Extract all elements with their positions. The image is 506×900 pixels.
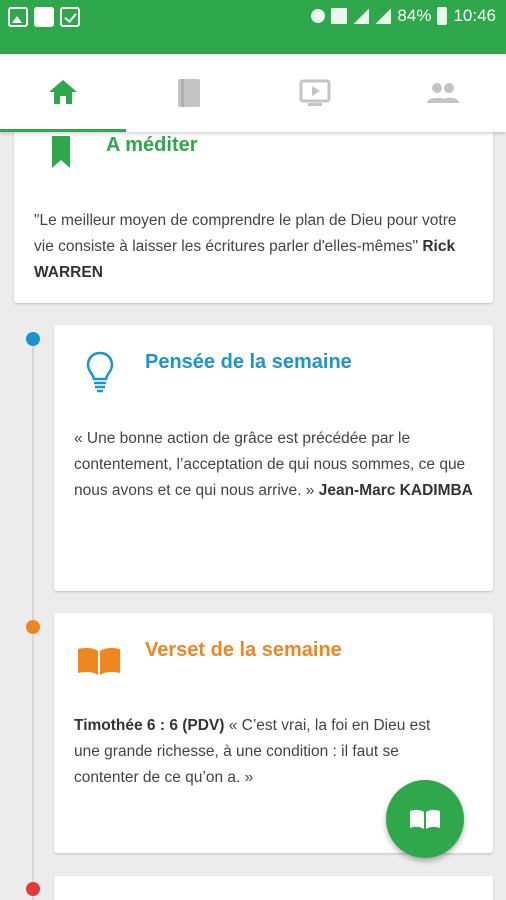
battery-percent: 84% bbox=[397, 6, 432, 25]
card-a-mediter: A méditer "Le meilleur moyen de comprend… bbox=[14, 126, 493, 303]
gallery-icon bbox=[8, 7, 28, 27]
sim-icon bbox=[331, 8, 348, 24]
quote-text: "Le meilleur moyen de comprendre le plan… bbox=[34, 212, 457, 255]
tab-home[interactable] bbox=[0, 54, 126, 132]
signal-icon-2 bbox=[375, 8, 392, 24]
timeline-dot bbox=[26, 620, 40, 634]
battery-icon bbox=[437, 7, 448, 25]
tab-book[interactable] bbox=[126, 54, 252, 132]
video-icon bbox=[299, 79, 331, 106]
lightbulb-icon bbox=[86, 351, 114, 393]
book-icon bbox=[178, 79, 200, 107]
timeline-dot bbox=[26, 332, 40, 346]
bookmark-icon bbox=[52, 136, 70, 168]
quote-author: Jean-Marc KADIMBA bbox=[318, 482, 473, 499]
card-title: Verset de la semaine bbox=[145, 639, 342, 661]
status-bar: 84% 10:46 bbox=[0, 0, 506, 36]
open-book-icon bbox=[78, 647, 120, 675]
app-bar bbox=[0, 36, 506, 54]
bible-fab-button[interactable] bbox=[386, 780, 464, 858]
home-icon bbox=[49, 79, 77, 104]
card-quote: « Une bonne action de grâce est précédée… bbox=[74, 426, 482, 504]
verse-reference: Timothée 6 : 6 (PDV) bbox=[74, 717, 225, 734]
open-book-icon bbox=[410, 809, 440, 829]
clock: 10:46 bbox=[453, 6, 496, 25]
mute-icon bbox=[311, 9, 326, 23]
tab-bar bbox=[0, 54, 506, 132]
checklist-icon bbox=[60, 7, 80, 27]
card-title: A méditer bbox=[106, 134, 198, 156]
tab-video[interactable] bbox=[252, 54, 378, 132]
timeline-dot bbox=[26, 882, 40, 896]
tab-community[interactable] bbox=[380, 54, 506, 132]
people-icon bbox=[427, 83, 459, 103]
card-quote: "Le meilleur moyen de comprendre le plan… bbox=[34, 208, 478, 286]
signal-icon bbox=[353, 8, 370, 24]
card-pensee: Pensée de la semaine « Une bonne action … bbox=[54, 325, 493, 591]
thumbs-up-icon bbox=[34, 7, 54, 27]
card-next bbox=[54, 876, 493, 900]
card-title: Pensée de la semaine bbox=[145, 351, 352, 373]
card-verse: Timothée 6 : 6 (PDV) « C’est vrai, la fo… bbox=[74, 713, 459, 791]
